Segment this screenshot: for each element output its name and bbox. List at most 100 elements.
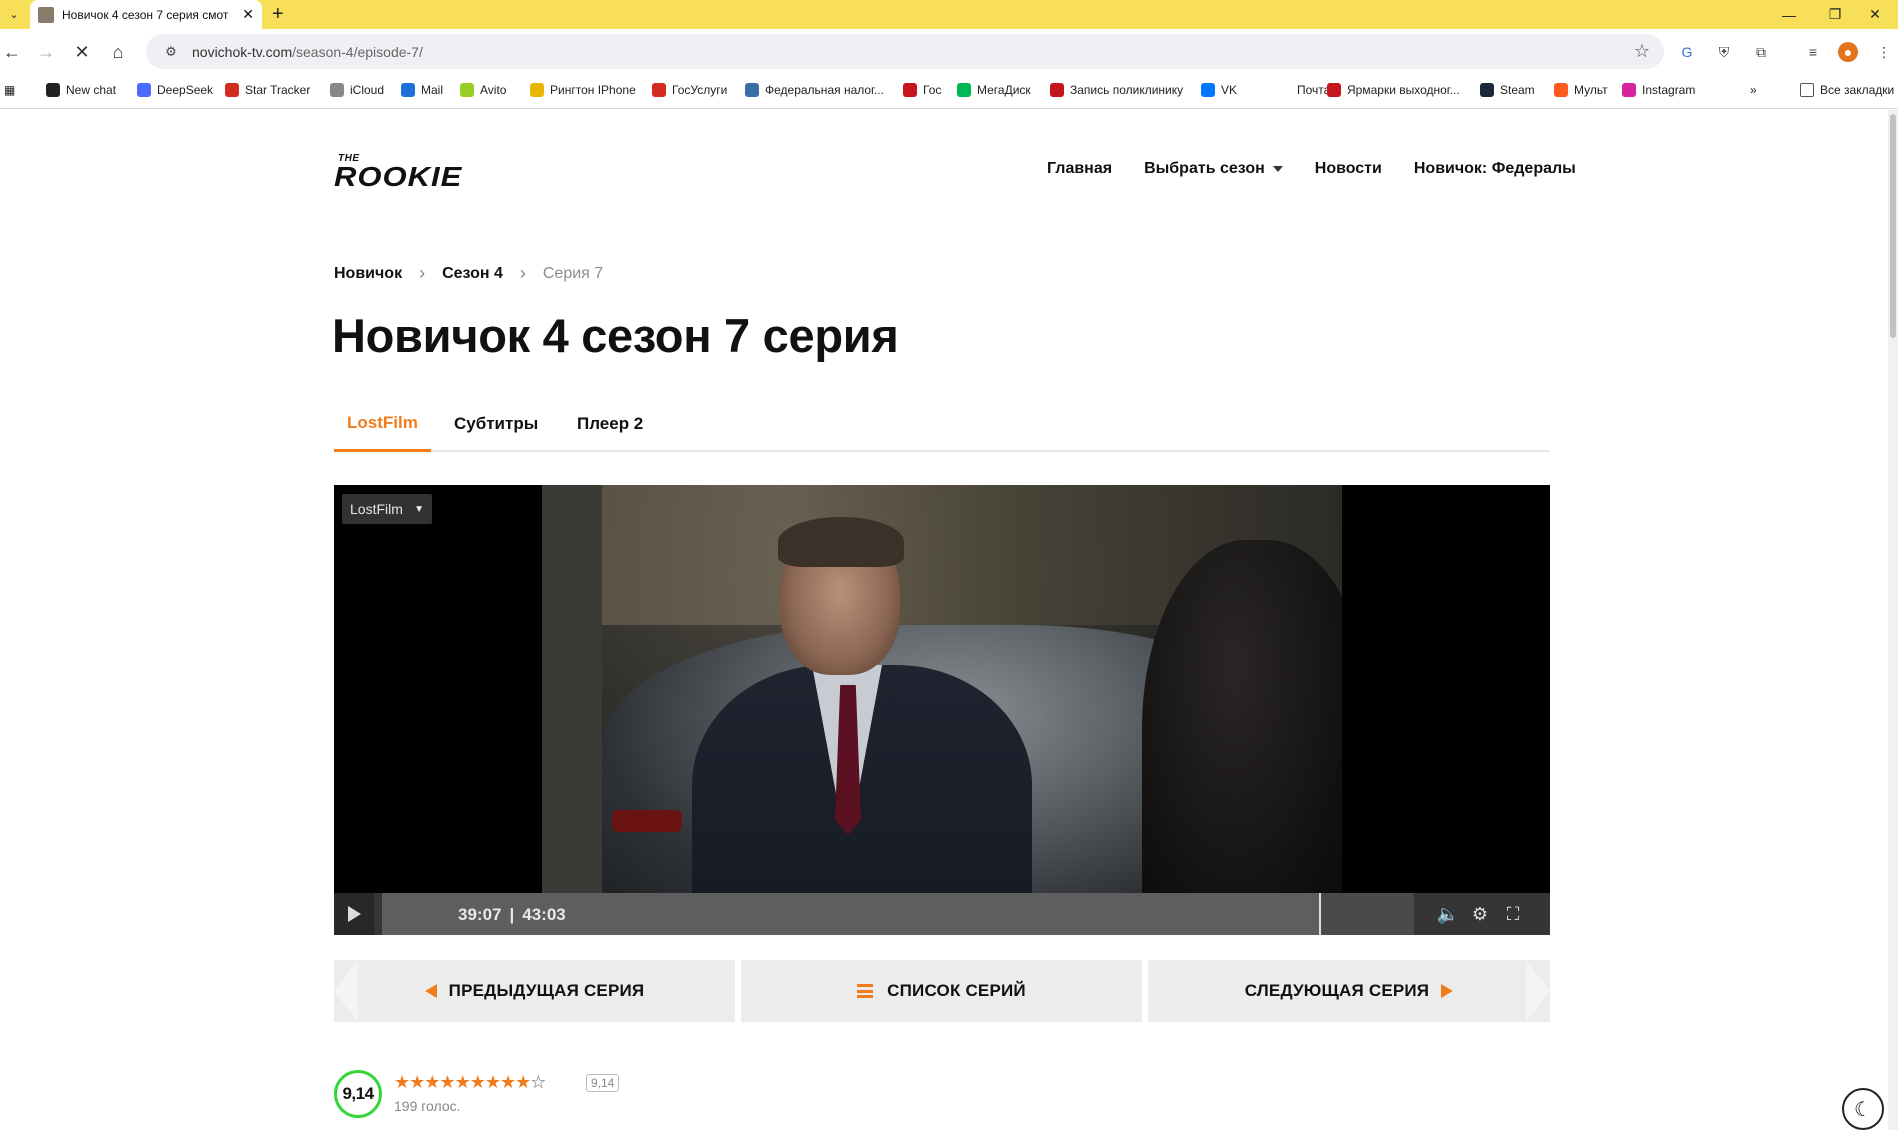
star-icon[interactable]: ★ bbox=[515, 1072, 531, 1093]
breadcrumb: Новичок › Сезон 4 › Серия 7 bbox=[334, 263, 603, 284]
back-icon[interactable]: ← bbox=[0, 40, 24, 64]
seek-bar[interactable]: 39:07 | 43:03 bbox=[382, 893, 1414, 935]
bookmark-favicon-icon bbox=[957, 83, 971, 97]
tab-subtitles[interactable]: Субтитры bbox=[454, 396, 538, 452]
arrow-right-icon bbox=[1441, 984, 1454, 998]
voiceover-select[interactable]: LostFilm ▼ bbox=[342, 494, 432, 524]
bookmark-favicon-icon bbox=[903, 83, 917, 97]
site-info-icon[interactable]: ⚙ bbox=[160, 41, 182, 63]
bookmark-star-icon[interactable]: ☆ bbox=[1634, 41, 1650, 62]
all-bookmarks-folder[interactable]: Все закладки bbox=[1800, 83, 1894, 97]
minimize-icon[interactable]: — bbox=[1766, 0, 1812, 29]
bookmark-item[interactable]: New chat bbox=[46, 83, 116, 97]
bookmark-item[interactable]: МегаДиск bbox=[957, 83, 1031, 97]
bookmark-item[interactable]: DeepSeek bbox=[137, 83, 213, 97]
bookmark-item[interactable]: Федеральная налог... bbox=[745, 83, 884, 97]
rating-block: 9,14 ★ ★ ★ ★ ★ ★ ★ ★ ★ ☆ 9,14 199 голос. bbox=[334, 1070, 734, 1120]
bookmark-favicon-icon bbox=[1554, 83, 1568, 97]
bookmark-favicon-icon bbox=[460, 83, 474, 97]
bookmark-item[interactable]: Запись поликлинику bbox=[1050, 83, 1183, 97]
bookmark-item[interactable]: VK bbox=[1201, 83, 1237, 97]
caret-down-icon bbox=[1272, 166, 1283, 172]
video-frame[interactable] bbox=[542, 485, 1342, 935]
nav-news-link[interactable]: Новости bbox=[1315, 160, 1382, 178]
bookmark-item[interactable]: Star Tracker bbox=[225, 83, 310, 97]
rating-stars[interactable]: ★ ★ ★ ★ ★ ★ ★ ★ ★ ☆ bbox=[394, 1072, 546, 1093]
bookmark-favicon-icon bbox=[1277, 83, 1291, 97]
bookmark-item[interactable]: Рингтон IPhone bbox=[530, 83, 636, 97]
star-icon[interactable]: ★ bbox=[485, 1072, 501, 1093]
breadcrumb-root-link[interactable]: Новичок bbox=[334, 265, 402, 283]
bookmark-item[interactable]: Мульт bbox=[1554, 83, 1608, 97]
dark-mode-toggle-icon[interactable]: ☾ bbox=[1842, 1088, 1884, 1130]
bookmark-item[interactable]: Почта bbox=[1277, 83, 1330, 97]
tab-favicon-icon bbox=[38, 6, 54, 23]
stop-loading-icon[interactable]: ✕ bbox=[70, 40, 94, 64]
star-icon[interactable]: ★ bbox=[455, 1072, 471, 1093]
rating-badge: 9,14 bbox=[586, 1074, 620, 1092]
apps-grid-icon[interactable]: ▦ bbox=[4, 83, 15, 97]
player-controls: 39:07 | 43:03 🔈 ⚙ ⛶ bbox=[334, 893, 1550, 935]
bookmark-item[interactable]: Avito bbox=[460, 83, 506, 97]
star-icon[interactable]: ★ bbox=[394, 1072, 410, 1093]
episode-list-button[interactable]: СПИСОК СЕРИЙ bbox=[741, 960, 1142, 1022]
bookmark-item[interactable]: Mail bbox=[401, 83, 443, 97]
bookmark-favicon-icon bbox=[46, 83, 60, 97]
forward-icon[interactable]: → bbox=[34, 40, 58, 64]
chevron-right-icon: › bbox=[419, 263, 426, 283]
next-episode-button[interactable]: СЛЕДУЮЩАЯ СЕРИЯ bbox=[1148, 960, 1550, 1022]
dropdown-arrow-icon: ▼ bbox=[414, 503, 424, 515]
seek-bar-playhead[interactable] bbox=[1319, 893, 1321, 935]
bookmark-favicon-icon bbox=[225, 83, 239, 97]
bookmarks-overflow-icon[interactable]: » bbox=[1750, 83, 1757, 97]
nav-feds-link[interactable]: Новичок: Федералы bbox=[1414, 160, 1576, 178]
prev-episode-button[interactable]: ПРЕДЫДУЩАЯ СЕРИЯ bbox=[334, 960, 735, 1022]
star-icon[interactable]: ★ bbox=[439, 1072, 455, 1093]
home-icon[interactable]: ⌂ bbox=[106, 40, 130, 64]
play-button[interactable] bbox=[334, 893, 374, 935]
bookmark-favicon-icon bbox=[330, 83, 344, 97]
site-logo[interactable]: THE ROOKIE bbox=[334, 153, 510, 199]
address-url: novichok-tv.com/season-4/episode-7/ bbox=[192, 43, 423, 60]
browser-tab-active[interactable]: Новичок 4 сезон 7 серия смот ✕ bbox=[30, 0, 262, 29]
bookmark-item[interactable]: iCloud bbox=[330, 83, 384, 97]
star-icon[interactable]: ★ bbox=[409, 1072, 425, 1093]
tab-lostfilm[interactable]: LostFilm bbox=[334, 396, 431, 452]
nav-season-dropdown[interactable]: Выбрать сезон bbox=[1144, 160, 1283, 178]
media-controls-icon[interactable]: ≡ bbox=[1803, 42, 1823, 62]
breadcrumb-season-link[interactable]: Сезон 4 bbox=[442, 265, 503, 283]
extensions-puzzle-icon[interactable]: ⧉ bbox=[1751, 42, 1771, 62]
bookmark-item[interactable]: Steam bbox=[1480, 83, 1535, 97]
video-player[interactable]: LostFilm ▼ 39:07 | 43:03 🔈 ⚙ ⛶ bbox=[334, 485, 1550, 935]
window-close-icon[interactable]: ✕ bbox=[1852, 0, 1898, 29]
tab-title: Новичок 4 сезон 7 серия смот bbox=[62, 7, 229, 22]
time-display: 39:07 | 43:03 bbox=[458, 905, 566, 924]
bookmark-favicon-icon bbox=[1201, 83, 1215, 97]
browser-toolbar: ← → ✕ ⌂ ⚙ novichok-tv.com/season-4/episo… bbox=[0, 29, 1898, 75]
bookmark-item[interactable]: Instagram bbox=[1622, 83, 1695, 97]
translate-icon[interactable]: G bbox=[1677, 42, 1697, 62]
star-icon[interactable]: ☆ bbox=[530, 1072, 546, 1093]
scrollbar-thumb[interactable] bbox=[1890, 114, 1896, 338]
bookmark-favicon-icon bbox=[1480, 83, 1494, 97]
tab-player-2[interactable]: Плеер 2 bbox=[577, 396, 643, 452]
address-bar[interactable]: ⚙ novichok-tv.com/season-4/episode-7/ ☆ bbox=[146, 34, 1664, 69]
tab-search-icon[interactable]: ⌄ bbox=[4, 4, 24, 24]
star-icon[interactable]: ★ bbox=[424, 1072, 440, 1093]
arrow-left-icon bbox=[424, 984, 437, 998]
star-icon[interactable]: ★ bbox=[500, 1072, 516, 1093]
nav-home-link[interactable]: Главная bbox=[1047, 160, 1112, 178]
rating-score-ring: 9,14 bbox=[334, 1070, 382, 1118]
bookmark-item[interactable]: ГосУслуги bbox=[652, 83, 727, 97]
bookmark-item[interactable]: Ярмарки выходног... bbox=[1327, 83, 1460, 97]
main-nav: Главная Выбрать сезон Новости Новичок: Ф… bbox=[1047, 160, 1576, 178]
new-tab-icon[interactable]: + bbox=[272, 3, 284, 26]
fullscreen-icon[interactable]: ⛶ bbox=[1493, 893, 1533, 935]
bookmark-item[interactable]: Гос bbox=[903, 83, 941, 97]
tab-close-icon[interactable]: ✕ bbox=[242, 6, 254, 23]
profile-avatar-icon[interactable]: ● bbox=[1838, 42, 1858, 62]
star-icon[interactable]: ★ bbox=[470, 1072, 486, 1093]
browser-menu-icon[interactable]: ⋮ bbox=[1874, 42, 1894, 62]
shield-extension-icon[interactable]: ⛨ bbox=[1714, 42, 1734, 62]
bookmark-favicon-icon bbox=[652, 83, 666, 97]
